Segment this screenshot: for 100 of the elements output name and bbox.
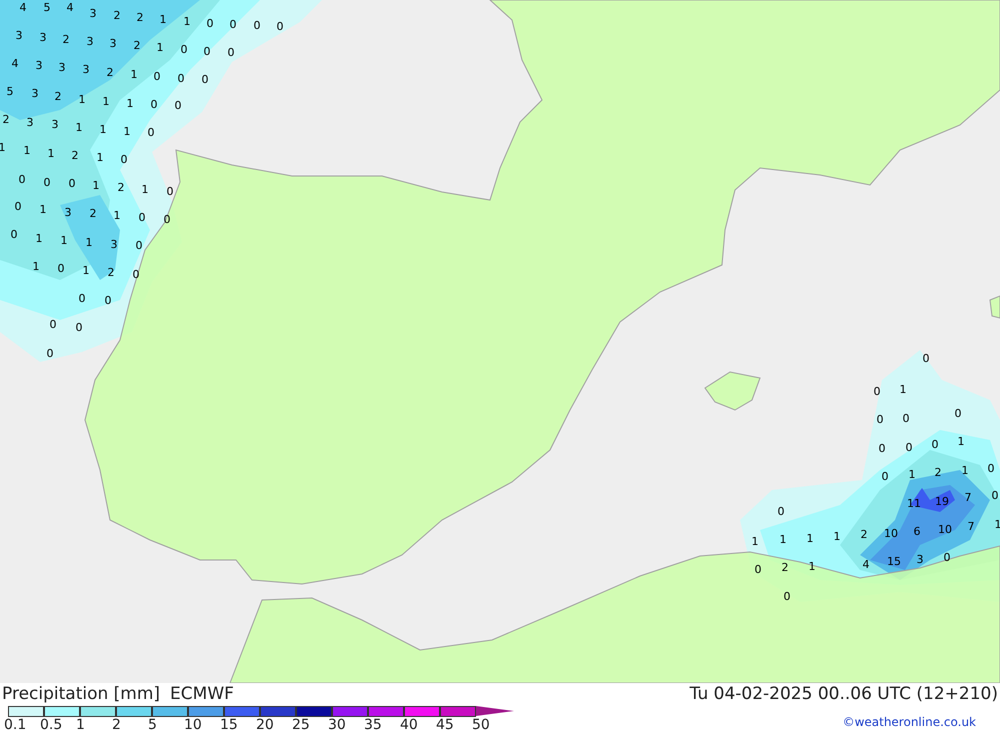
- precipitation-value: 0: [202, 73, 208, 86]
- precipitation-value: 0: [166, 185, 174, 198]
- precipitation-value: 1: [806, 532, 814, 545]
- precipitation-value: 1: [96, 151, 104, 164]
- precipitation-value: 1: [834, 530, 840, 543]
- precipitation-value: 1: [142, 183, 148, 196]
- chart-title: Precipitation [mm]: [2, 686, 160, 702]
- precipitation-value: 4: [66, 1, 74, 14]
- precipitation-value: 0: [254, 19, 260, 32]
- precipitation-value: 0: [204, 45, 210, 58]
- precipitation-value: 0: [50, 318, 56, 331]
- precipitation-value: 0: [58, 262, 64, 275]
- precipitation-value: 3: [40, 31, 46, 44]
- precipitation-value: 0: [882, 470, 888, 483]
- precipitation-value: 0: [922, 352, 930, 365]
- precipitation-value: 0: [988, 462, 994, 475]
- precipitation-value: 0: [148, 126, 154, 139]
- precipitation-value: 3: [90, 7, 96, 20]
- precipitation-value: 1: [102, 95, 110, 108]
- precipitation-value: 0: [902, 412, 910, 425]
- precipitation-value: 1: [780, 533, 786, 546]
- legend-tick-label: 25: [292, 717, 311, 733]
- precipitation-value: 2: [782, 561, 788, 574]
- legend-tick-label: 20: [256, 717, 275, 733]
- legend-tick-label: 1: [76, 717, 86, 733]
- precipitation-value: 2: [2, 113, 10, 126]
- precipitation-value: 3: [36, 59, 42, 72]
- legend-tick-label: 40: [400, 717, 419, 733]
- precipitation-value: 0: [784, 590, 790, 603]
- precipitation-value: 0: [276, 20, 284, 33]
- precipitation-value: 0: [944, 551, 950, 564]
- precipitation-value: 1: [908, 468, 916, 481]
- legend-tick-label: 5: [148, 717, 158, 733]
- legend-tick-label: 50: [472, 717, 491, 733]
- precipitation-value: 3: [110, 238, 118, 251]
- precipitation-value: 2: [860, 528, 868, 541]
- precipitation-value: 0: [78, 292, 86, 305]
- precipitation-value: 2: [934, 466, 942, 479]
- legend-tick-label: 0.1: [4, 717, 28, 733]
- precipitation-value: 5: [44, 1, 50, 14]
- precipitation-value: 0: [136, 239, 142, 252]
- precipitation-value: 10: [938, 523, 952, 536]
- precipitation-value: 0: [164, 213, 170, 226]
- precipitation-value: 1: [114, 209, 120, 222]
- precipitation-value: 0: [154, 70, 160, 83]
- precipitation-value: 2: [108, 266, 114, 279]
- valid-time: Tu 04-02-2025 00..06 UTC (12+210): [690, 686, 998, 702]
- precipitation-value: 2: [62, 33, 70, 46]
- precipitation-value: 0: [874, 385, 880, 398]
- precipitation-value: 15: [887, 555, 901, 568]
- precipitation-value: 0: [44, 176, 50, 189]
- legend-arrow-icon: [476, 706, 514, 716]
- precipitation-value: 0: [18, 173, 26, 186]
- precipitation-value: 0: [138, 211, 146, 224]
- precipitation-value: 0: [230, 18, 236, 31]
- precipitation-value: 10: [884, 527, 898, 540]
- precipitation-value: 11: [907, 497, 921, 510]
- precipitation-value: 0: [878, 442, 886, 455]
- precipitation-value: 0: [174, 99, 182, 112]
- credit-link[interactable]: ©weatheronline.co.uk: [842, 713, 976, 731]
- precipitation-value: 6: [914, 525, 920, 538]
- precipitation-value: 1: [48, 147, 54, 160]
- precipitation-value: 0: [104, 294, 112, 307]
- precipitation-value: 3: [32, 87, 38, 100]
- precipitation-value: 2: [72, 149, 78, 162]
- precipitation-value: 0: [120, 153, 128, 166]
- precipitation-value: 1: [0, 141, 6, 154]
- precipitation-value: 1: [36, 232, 42, 245]
- precipitation-value: 0: [954, 407, 962, 420]
- precipitation-value: 1: [900, 383, 906, 396]
- precipitation-value: 4: [12, 57, 18, 70]
- precipitation-value: 2: [136, 11, 144, 24]
- precipitation-value: 0: [876, 413, 884, 426]
- precipitation-value: 1: [24, 144, 30, 157]
- precipitation-value: 3: [26, 116, 34, 129]
- legend-tick-label: 0.5: [40, 717, 64, 733]
- precipitation-area: [910, 488, 955, 512]
- precipitation-value: 5: [6, 85, 14, 98]
- precipitation-value: 0: [132, 268, 140, 281]
- precipitation-value: 1: [100, 123, 106, 136]
- precipitation-value: 1: [160, 13, 166, 26]
- precipitation-value: 3: [16, 29, 22, 42]
- precipitation-value: 1: [86, 236, 92, 249]
- precipitation-value: 1: [76, 121, 82, 134]
- precipitation-value: 0: [178, 72, 184, 85]
- precipitation-value: 1: [92, 179, 100, 192]
- precipitation-value: 0: [180, 43, 188, 56]
- precipitation-value: 1: [126, 97, 134, 110]
- precipitation-value: 0: [906, 441, 912, 454]
- precipitation-value: 0: [206, 17, 214, 30]
- precipitation-value: 1: [184, 15, 190, 28]
- precipitation-value: 0: [46, 347, 54, 360]
- precipitation-value: 4: [20, 1, 26, 14]
- precipitation-value: 7: [964, 491, 972, 504]
- precipitation-value: 2: [134, 39, 140, 52]
- precipitation-value: 0: [68, 177, 76, 190]
- precipitation-value: 3: [110, 37, 116, 50]
- precipitation-value: 3: [58, 61, 66, 74]
- legend-tick-label: 2: [112, 717, 122, 733]
- precipitation-value: 3: [64, 206, 72, 219]
